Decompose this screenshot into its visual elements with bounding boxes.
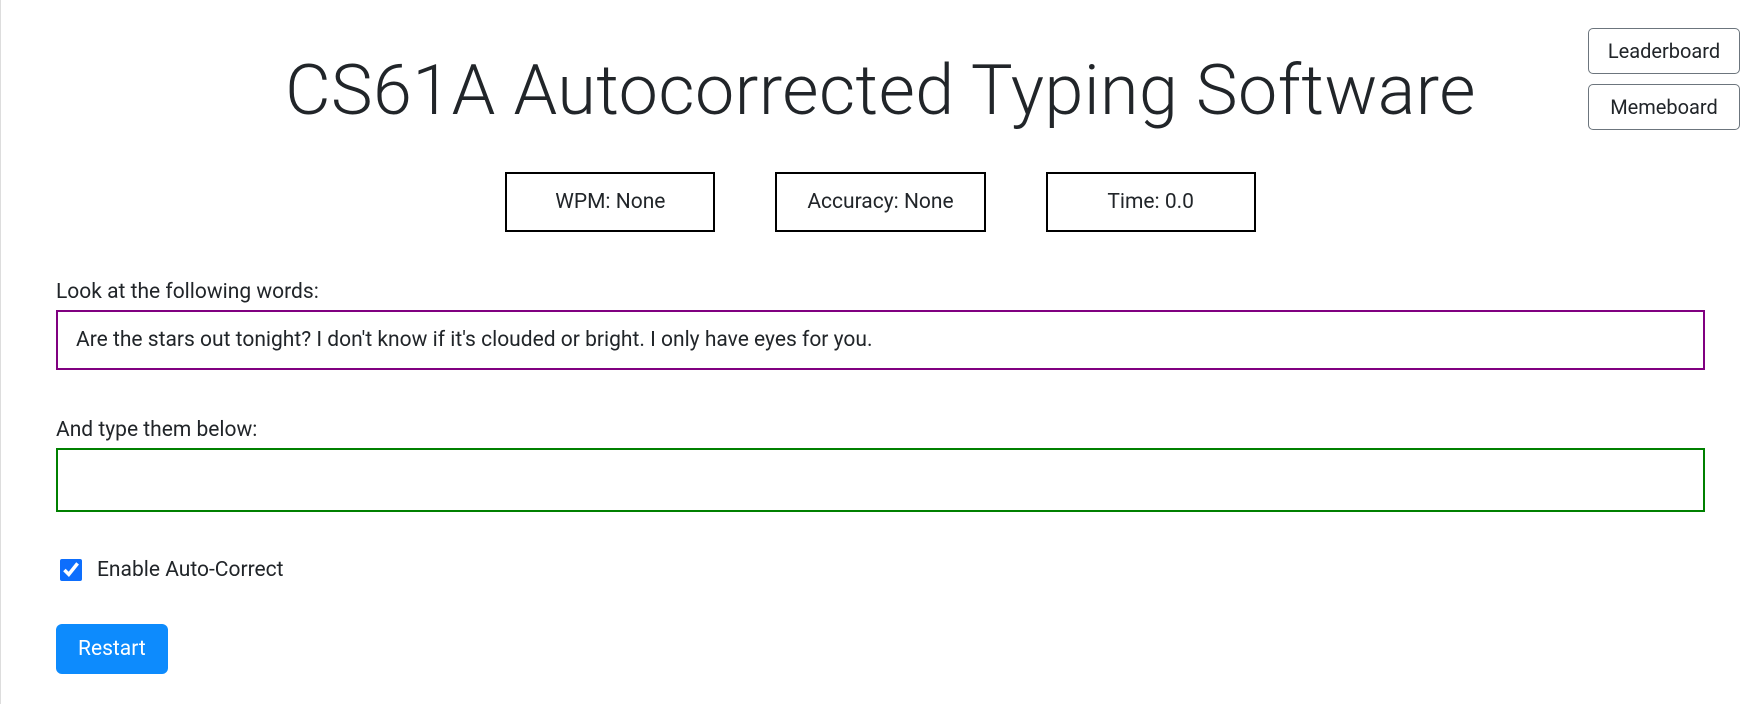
- restart-button[interactable]: Restart: [56, 624, 168, 674]
- title-word4-rest: oftware: [1238, 50, 1476, 132]
- top-buttons-group: Leaderboard Memeboard: [1588, 28, 1740, 130]
- wpm-label: WPM:: [555, 190, 616, 214]
- title-word1-rest: S61A: [331, 50, 496, 132]
- title-s: S: [1196, 50, 1238, 132]
- autocorrect-row: Enable Auto-Correct: [56, 556, 1705, 584]
- accuracy-stat: Accuracy: None: [775, 172, 985, 232]
- page-title: CS61A Autocorrected Typing Software: [56, 50, 1705, 132]
- time-label: Time:: [1107, 190, 1164, 214]
- app-container: Leaderboard Memeboard CS61A Autocorrecte…: [0, 0, 1760, 704]
- prompt-text-box: Are the stars out tonight? I don't know …: [56, 310, 1705, 370]
- input-label: And type them below:: [56, 418, 1705, 442]
- time-value: 0.0: [1165, 190, 1194, 214]
- memeboard-button[interactable]: Memeboard: [1588, 84, 1740, 130]
- title-word3-rest: yping: [1011, 50, 1179, 132]
- title-c: C: [285, 50, 331, 132]
- typing-input[interactable]: [56, 448, 1705, 512]
- title-t: T: [971, 50, 1011, 132]
- leaderboard-button[interactable]: Leaderboard: [1588, 28, 1740, 74]
- title-a: A: [514, 50, 558, 132]
- wpm-stat: WPM: None: [505, 172, 715, 232]
- stats-row: WPM: None Accuracy: None Time: 0.0: [56, 172, 1705, 232]
- wpm-value: None: [616, 190, 666, 214]
- accuracy-label: Accuracy:: [807, 190, 904, 214]
- title-word2-rest: utocorrected: [557, 50, 954, 132]
- accuracy-value: None: [904, 190, 954, 214]
- prompt-label: Look at the following words:: [56, 280, 1705, 304]
- autocorrect-checkbox[interactable]: [60, 559, 82, 581]
- time-stat: Time: 0.0: [1046, 172, 1256, 232]
- autocorrect-label[interactable]: Enable Auto-Correct: [97, 558, 284, 582]
